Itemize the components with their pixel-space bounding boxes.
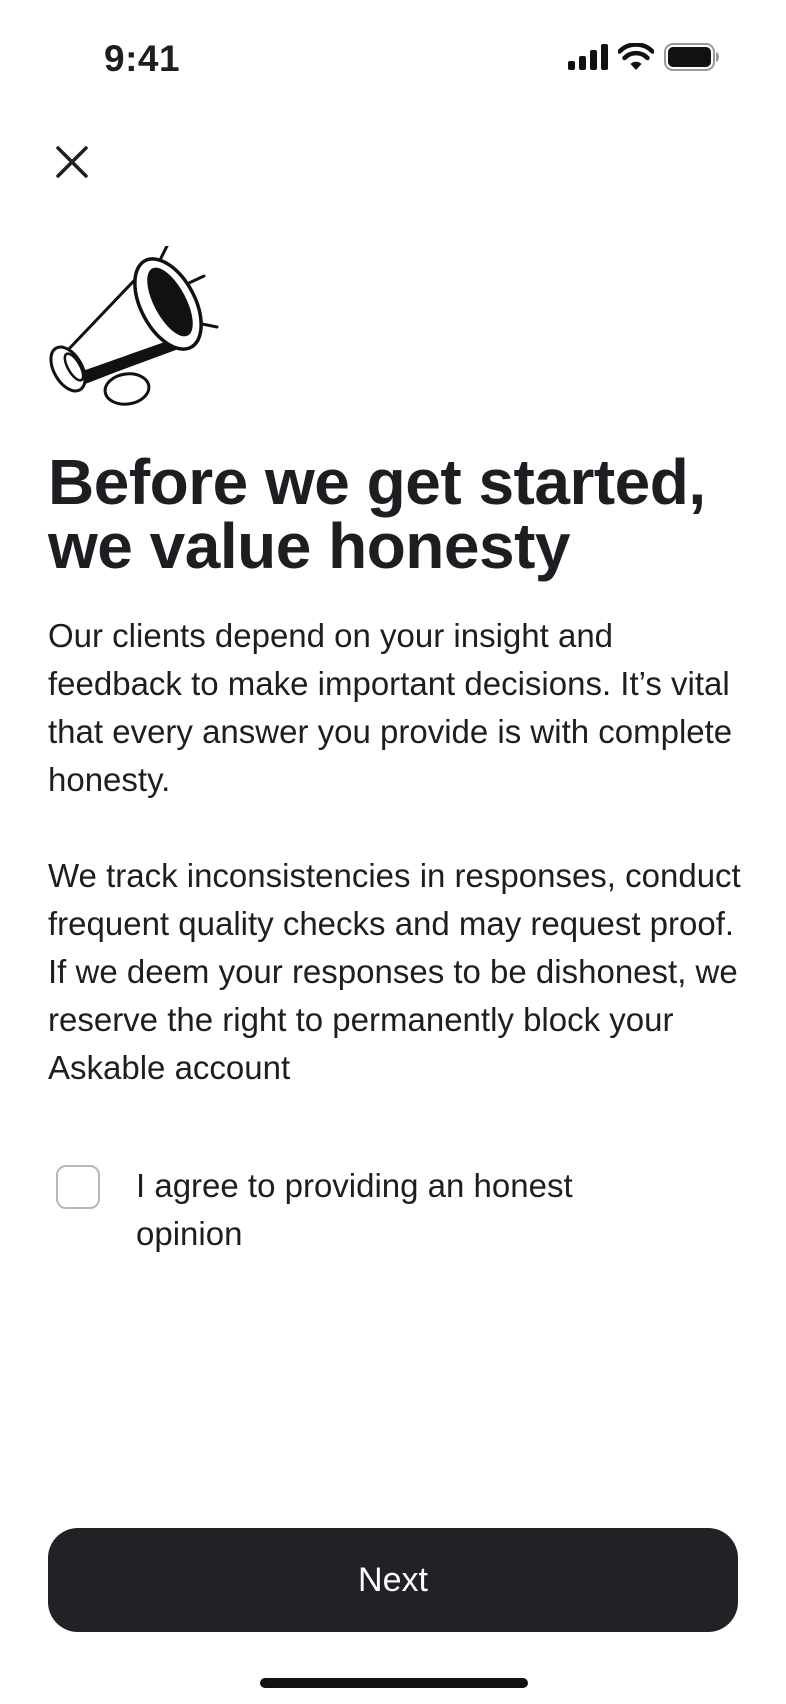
- wifi-icon: [617, 42, 655, 75]
- status-time: 9:41: [104, 38, 181, 79]
- page-title: Before we get started, we value honesty: [48, 446, 706, 582]
- status-icons: [568, 42, 720, 76]
- megaphone-icon: [44, 242, 244, 420]
- status-bar: 9:41: [0, 0, 786, 118]
- battery-icon: [664, 42, 720, 76]
- warning-paragraph: We track inconsistencies in responses, c…: [48, 857, 741, 1086]
- agree-checkbox[interactable]: [56, 1165, 100, 1209]
- next-button[interactable]: Next: [48, 1528, 738, 1632]
- close-button[interactable]: [48, 140, 96, 188]
- intro-paragraph: Our clients depend on your insight and f…: [48, 617, 733, 798]
- agree-option[interactable]: I agree to providing an honest opinion: [56, 1162, 746, 1258]
- cellular-signal-icon: [568, 43, 608, 75]
- close-icon: [55, 145, 89, 184]
- home-indicator: [260, 1678, 528, 1688]
- agree-label: I agree to providing an honest opinion: [136, 1167, 573, 1252]
- megaphone-illustration: [44, 242, 244, 416]
